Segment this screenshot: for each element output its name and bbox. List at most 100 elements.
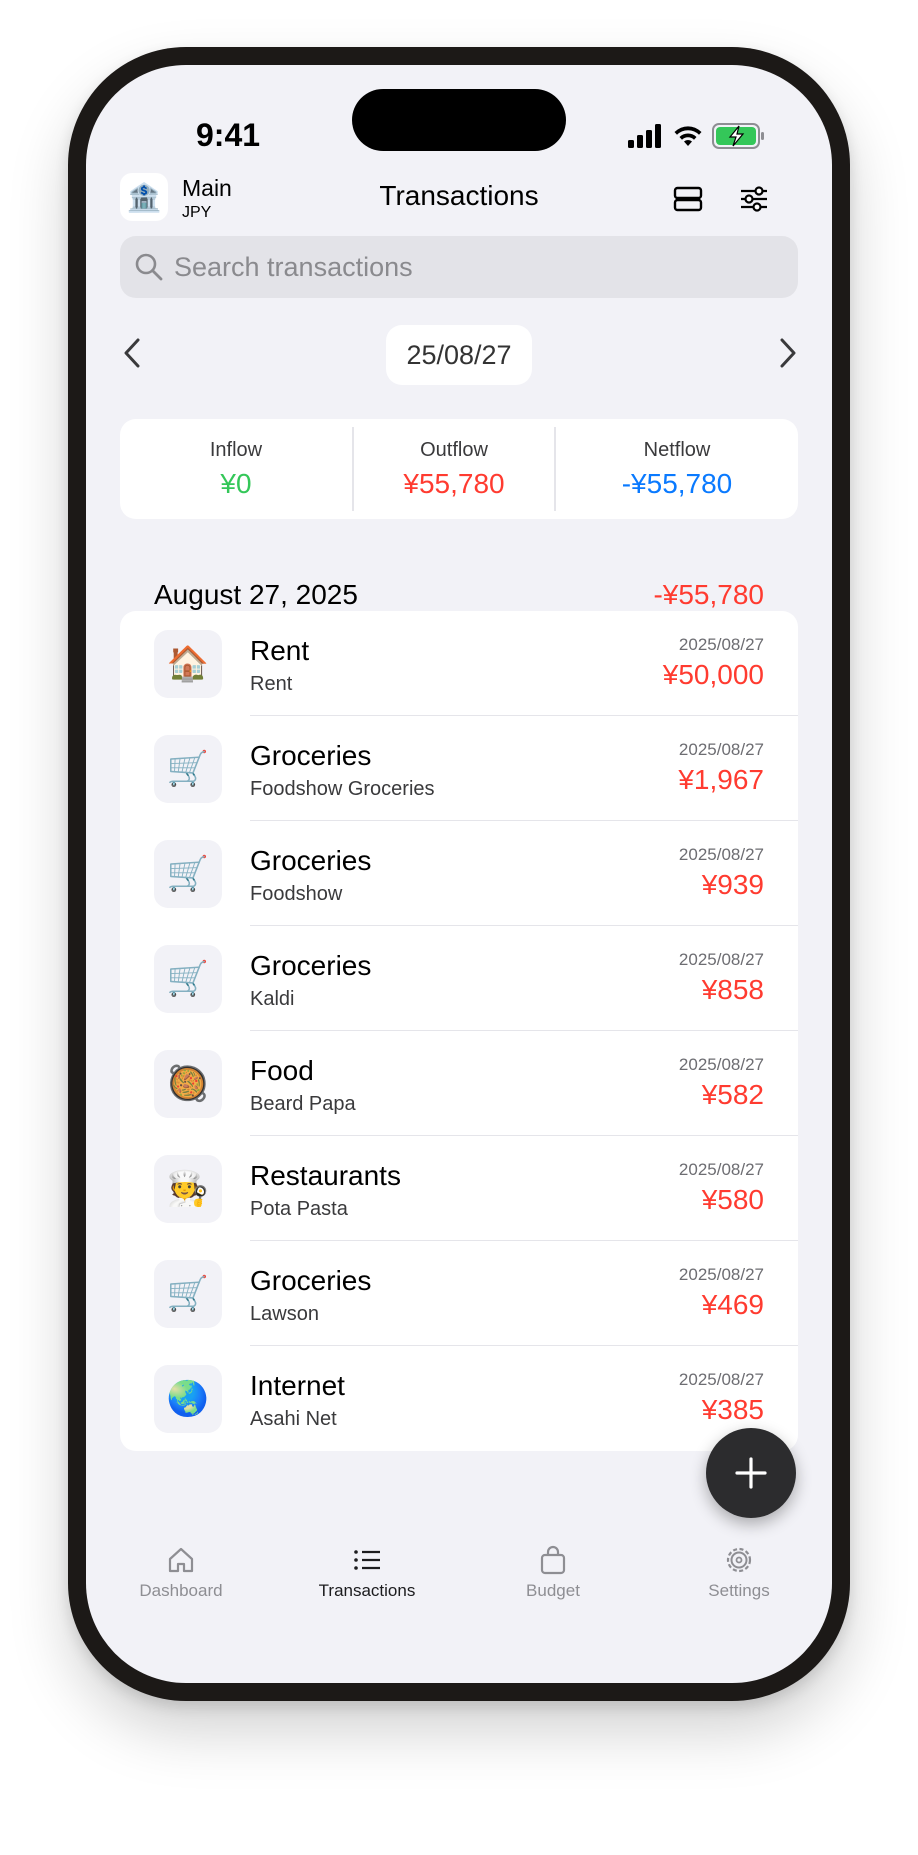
- transaction-category: Internet: [250, 1370, 345, 1401]
- tab-settings[interactable]: Settings: [664, 1545, 814, 1601]
- home-icon: [168, 1547, 194, 1573]
- tab-label: Dashboard: [139, 1581, 223, 1600]
- transaction-amount: ¥858: [701, 974, 764, 1005]
- plus-icon: [735, 1457, 767, 1489]
- list-icon: [354, 1550, 380, 1570]
- filter-button[interactable]: [736, 181, 772, 217]
- previous-day-button[interactable]: [112, 333, 152, 373]
- account-name[interactable]: Main: [182, 175, 232, 202]
- transaction-category: Groceries: [250, 950, 372, 981]
- bag-icon: [540, 1545, 566, 1575]
- house-icon: 🏠: [154, 630, 222, 698]
- transaction-payee: Asahi Net: [250, 1408, 337, 1430]
- transaction-amount: ¥1,967: [678, 764, 764, 795]
- search-icon: [135, 253, 163, 281]
- inflow-value: ¥0: [220, 467, 252, 499]
- netflow-value: -¥55,780: [621, 467, 733, 499]
- globe-icon: 🌏: [154, 1365, 222, 1433]
- outflow-summary: Outflow ¥55,780: [354, 419, 554, 519]
- inflow-label: Inflow: [209, 438, 263, 461]
- dynamic-island: [352, 89, 566, 151]
- transaction-date: 2025/08/27: [678, 1055, 764, 1074]
- transaction-payee: Beard Papa: [250, 1093, 356, 1115]
- tab-label: Settings: [708, 1581, 770, 1600]
- search-bar[interactable]: [120, 236, 798, 298]
- tab-label: Budget: [526, 1581, 580, 1600]
- transaction-row[interactable]: 🏠 Rent Rent 2025/08/27 ¥50,000: [120, 611, 798, 716]
- transaction-date: 2025/08/27: [678, 740, 764, 759]
- shopping-cart-icon: 🛒: [154, 840, 222, 908]
- transaction-row[interactable]: 🥘 Food Beard Papa 2025/08/27 ¥582: [120, 1031, 798, 1136]
- transaction-amount: ¥50,000: [662, 659, 764, 690]
- transaction-amount: ¥939: [701, 869, 764, 900]
- transaction-row[interactable]: 🌏 Internet Asahi Net 2025/08/27 ¥385: [120, 1346, 798, 1451]
- search-input[interactable]: [174, 251, 774, 283]
- battery-charging-icon: [712, 123, 764, 149]
- cellular-signal-icon: [628, 124, 661, 148]
- account-switcher[interactable]: 🏦: [120, 173, 168, 221]
- transaction-payee: Rent: [250, 673, 293, 695]
- transaction-date: 2025/08/27: [678, 635, 764, 654]
- transaction-payee: Kaldi: [250, 988, 295, 1010]
- wifi-icon: [674, 126, 702, 146]
- transaction-payee: Pota Pasta: [250, 1198, 348, 1220]
- transaction-payee: Foodshow Groceries: [250, 778, 435, 800]
- transaction-category: Restaurants: [250, 1160, 401, 1191]
- transaction-payee: Foodshow: [250, 883, 343, 905]
- outflow-label: Outflow: [420, 438, 488, 461]
- transaction-category: Groceries: [250, 1265, 372, 1296]
- outflow-value: ¥55,780: [403, 467, 505, 499]
- tab-transactions[interactable]: Transactions: [292, 1545, 442, 1601]
- tab-budget[interactable]: Budget: [478, 1545, 628, 1601]
- day-group-total: -¥55,780: [653, 579, 764, 610]
- gear-icon: [726, 1547, 752, 1573]
- shopping-cart-icon: 🛒: [154, 1260, 222, 1328]
- transaction-date: 2025/08/27: [678, 950, 764, 969]
- food-pan-icon: 🥘: [154, 1050, 222, 1118]
- layout-rows-icon: [673, 186, 703, 212]
- tab-label: Transactions: [318, 1581, 416, 1600]
- transaction-payee: Lawson: [250, 1303, 319, 1325]
- app-screen: 9:41 🏦 Main JPY Transactions Search tran…: [86, 65, 832, 1683]
- shopping-cart-icon: 🛒: [154, 945, 222, 1013]
- transaction-amount: ¥580: [701, 1184, 764, 1215]
- date-picker[interactable]: 25/08/27: [386, 325, 532, 385]
- transaction-row[interactable]: 🧑‍🍳 Restaurants Pota Pasta 2025/08/27 ¥5…: [120, 1136, 798, 1241]
- transaction-date: 2025/08/27: [678, 1160, 764, 1179]
- chevron-right-icon: [780, 338, 796, 368]
- transaction-list: 🏠 Rent Rent 2025/08/27 ¥50,000 🛒 Groceri…: [120, 611, 798, 1451]
- transaction-row[interactable]: 🛒 Groceries Foodshow 2025/08/27 ¥939: [120, 821, 798, 926]
- inflow-summary: Inflow ¥0: [120, 419, 352, 519]
- netflow-label: Netflow: [643, 438, 711, 461]
- add-transaction-button[interactable]: [706, 1428, 796, 1518]
- chevron-left-icon: [124, 338, 140, 368]
- bank-icon: 🏦: [126, 181, 162, 213]
- status-icons: [628, 121, 766, 151]
- transaction-date: 2025/08/27: [678, 1265, 764, 1284]
- flow-summary: Inflow ¥0 Outflow ¥55,780 Netflow -¥55,7…: [120, 419, 798, 519]
- transaction-date: 2025/08/27: [678, 845, 764, 864]
- shopping-cart-icon: 🛒: [154, 735, 222, 803]
- account-currency: JPY: [182, 204, 212, 221]
- tab-dashboard[interactable]: Dashboard: [106, 1545, 256, 1601]
- sliders-icon: [741, 186, 767, 212]
- transaction-category: Groceries: [250, 845, 372, 876]
- transaction-category: Rent: [250, 635, 310, 666]
- phone-frame: 9:41 🏦 Main JPY Transactions Search tran…: [68, 47, 850, 1701]
- transaction-row[interactable]: 🛒 Groceries Foodshow Groceries 2025/08/2…: [120, 716, 798, 821]
- status-time: 9:41: [196, 117, 261, 153]
- chef-icon: 🧑‍🍳: [154, 1155, 222, 1223]
- transaction-category: Food: [250, 1055, 314, 1086]
- transaction-row[interactable]: 🛒 Groceries Lawson 2025/08/27 ¥469: [120, 1241, 798, 1346]
- transaction-category: Groceries: [250, 740, 372, 771]
- transaction-date: 2025/08/27: [678, 1370, 764, 1389]
- day-group-date: August 27, 2025: [154, 579, 358, 610]
- transaction-amount: ¥582: [701, 1079, 764, 1110]
- view-toggle-button[interactable]: [670, 181, 706, 217]
- transaction-row[interactable]: 🛒 Groceries Kaldi 2025/08/27 ¥858: [120, 926, 798, 1031]
- transaction-amount: ¥469: [701, 1289, 764, 1320]
- next-day-button[interactable]: [768, 333, 808, 373]
- transaction-amount: ¥385: [701, 1394, 764, 1425]
- netflow-summary: Netflow -¥55,780: [556, 419, 798, 519]
- tab-bar: Dashboard Transactions Budget Settings: [86, 1545, 832, 1625]
